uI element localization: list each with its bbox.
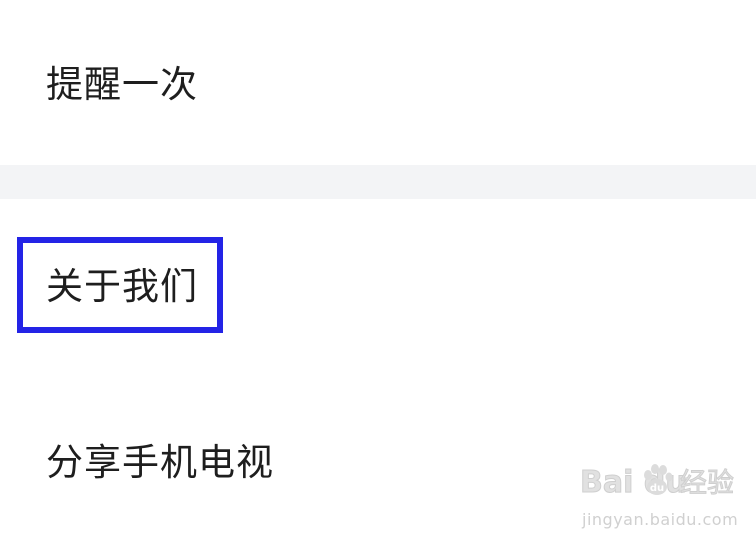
watermark-url: jingyan.baidu.com: [582, 510, 739, 529]
baidu-jingyan-watermark: Bai du du 经验 jingyan.baidu.com: [580, 462, 750, 542]
menu-item-label: 提醒一次: [46, 63, 198, 106]
baidu-paw-icon: du: [644, 464, 673, 495]
menu-item-label: 分享手机电视: [46, 441, 274, 484]
settings-screen: 提醒一次 关于我们 分享手机电视 Bai du du 经验 jingyan.ba…: [0, 0, 756, 548]
watermark-suffix-text: 经验: [680, 468, 735, 500]
highlight-annotation-box: [17, 237, 223, 333]
svg-text:du: du: [650, 483, 664, 494]
menu-item-remind-once[interactable]: 提醒一次: [0, 0, 756, 165]
section-divider: [0, 165, 756, 199]
